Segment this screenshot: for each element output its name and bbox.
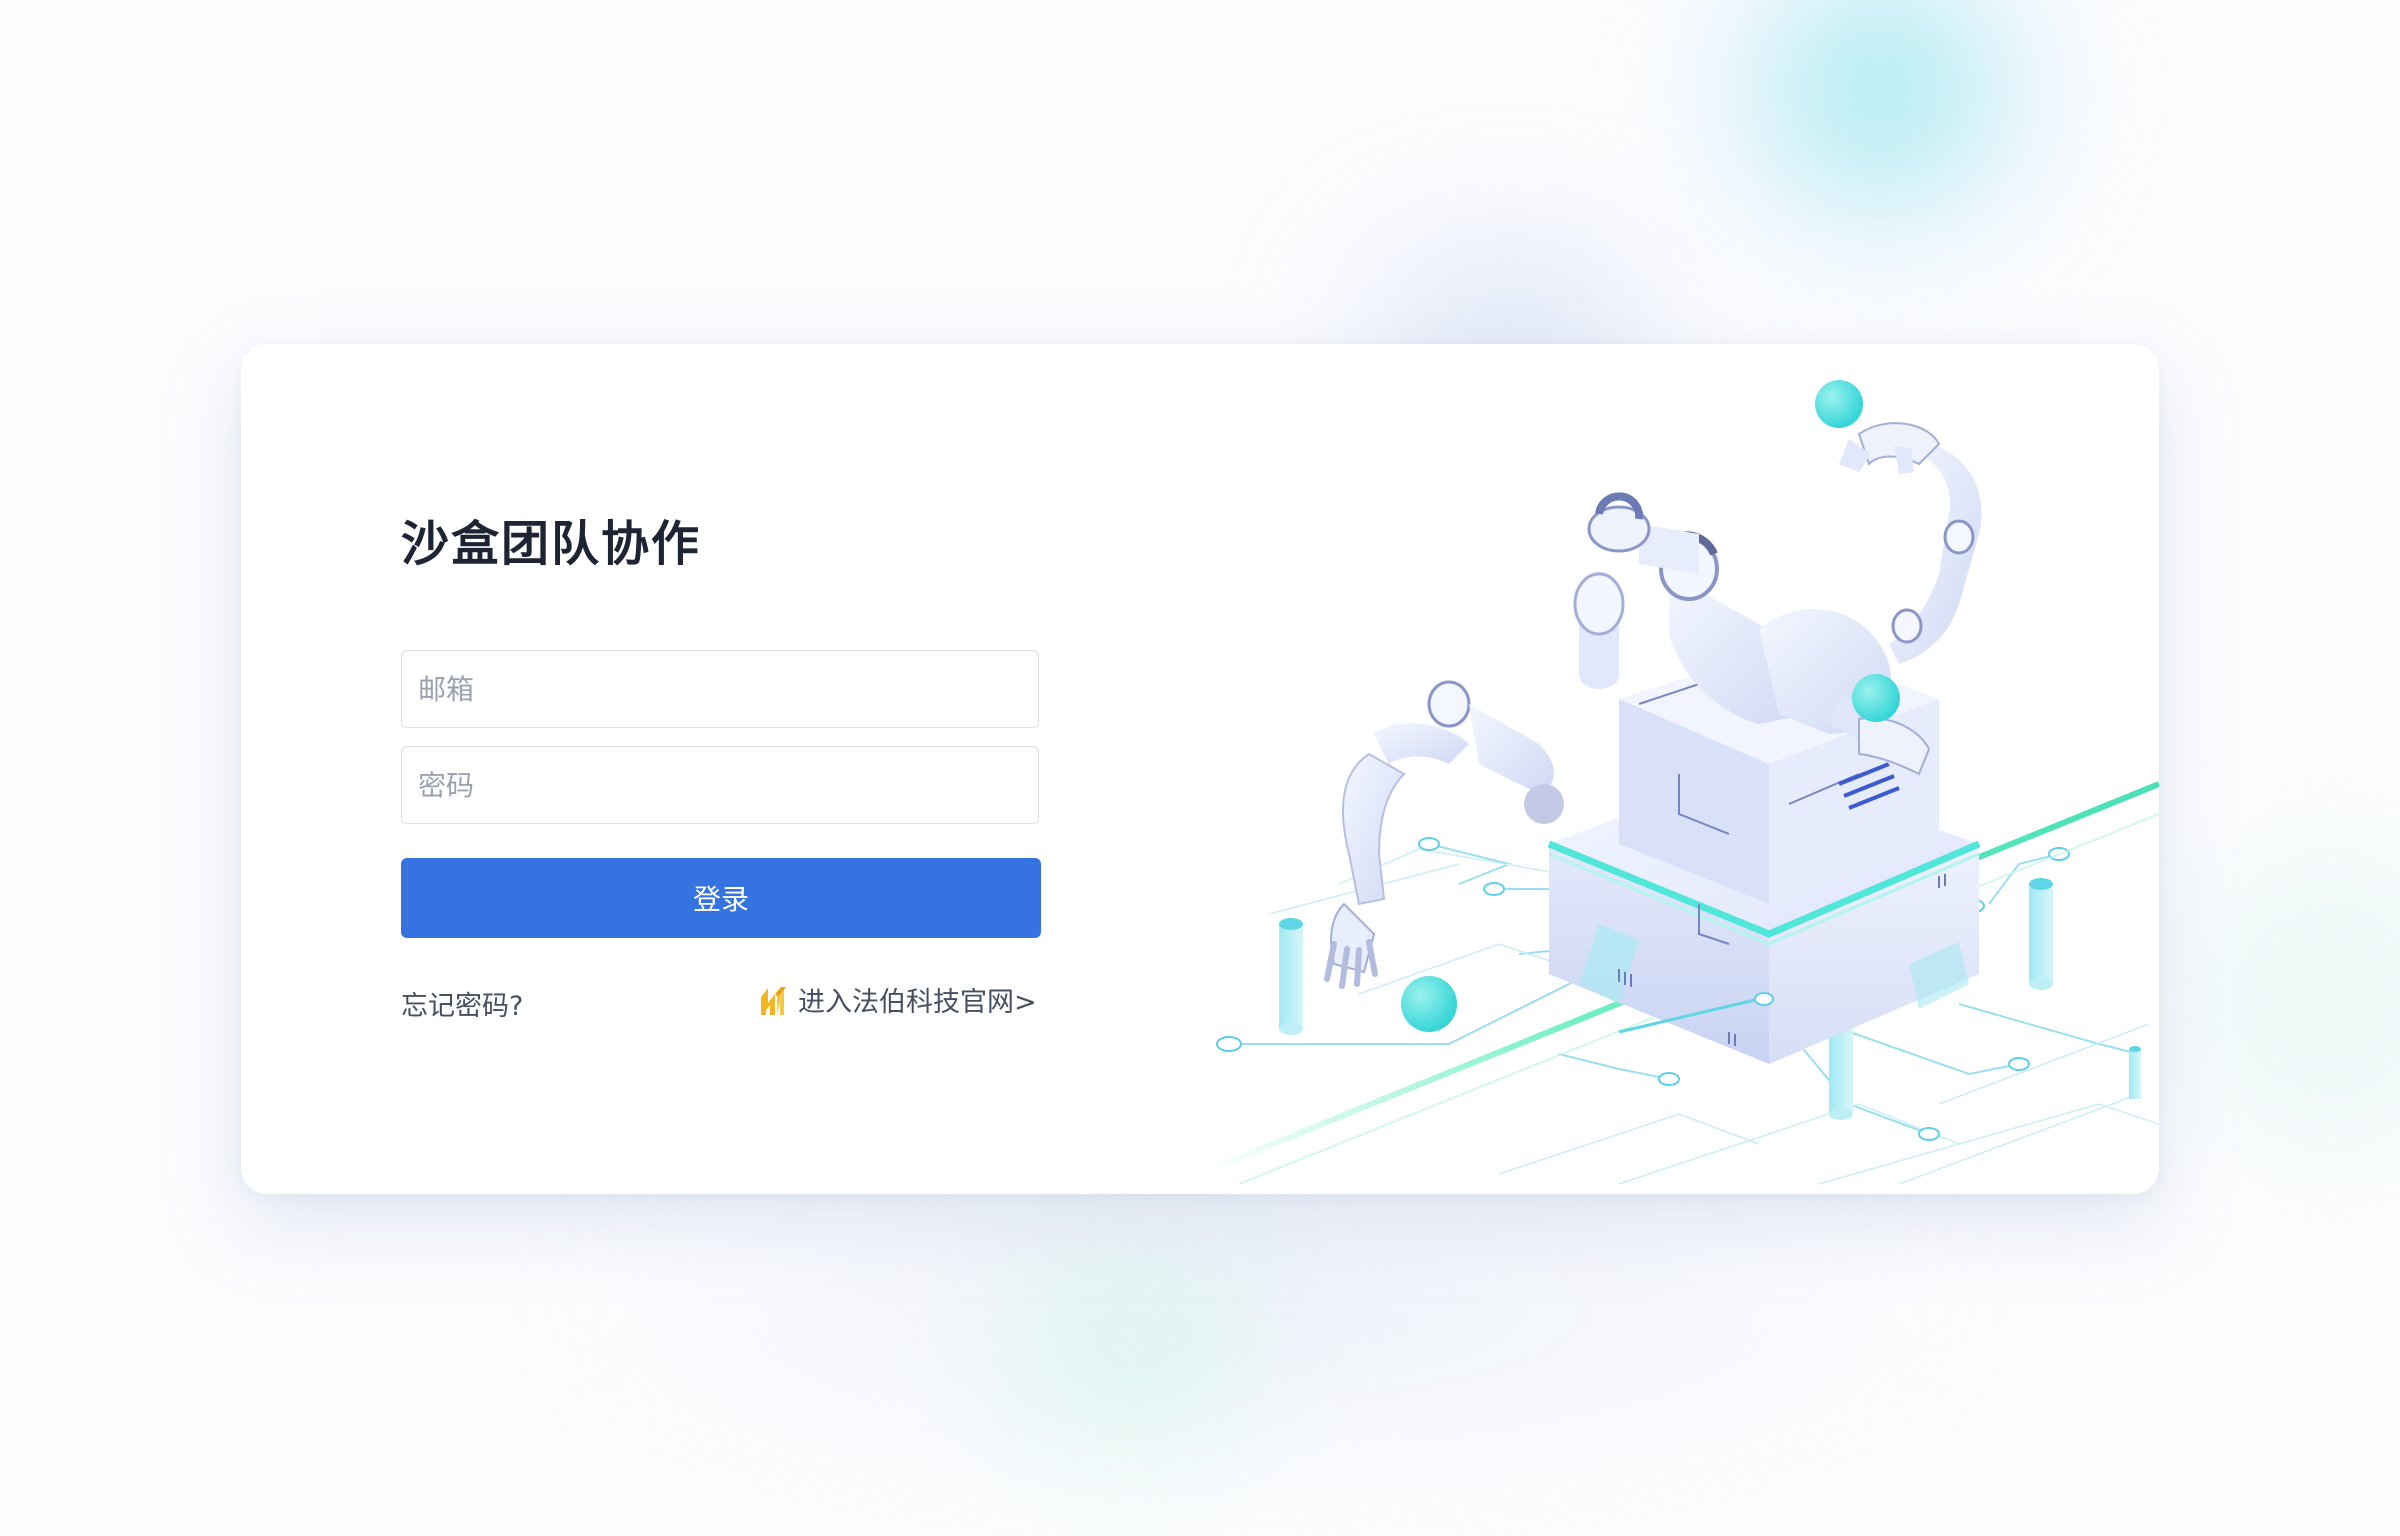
fabo-logo-icon: [758, 983, 790, 1017]
login-button[interactable]: 登录: [401, 858, 1041, 938]
background-glow-right: [2180, 800, 2400, 1200]
background-glow-teal: [1700, 0, 2060, 240]
password-field[interactable]: [401, 746, 1039, 824]
forgot-password-link[interactable]: 忘记密码?: [401, 984, 523, 1023]
official-site-label: 进入法伯科技官网>: [798, 987, 1037, 1018]
background-glow-green: [950, 1220, 1310, 1480]
robot-arms-illustration: [1197, 344, 2159, 1194]
page-title: 沙盒团队协作: [401, 516, 702, 572]
login-card: 沙盒团队协作 登录 忘记密码? 进入法伯科技官网>: [241, 344, 2159, 1194]
email-field[interactable]: [401, 650, 1039, 728]
official-site-link[interactable]: 进入法伯科技官网>: [758, 980, 1037, 1019]
